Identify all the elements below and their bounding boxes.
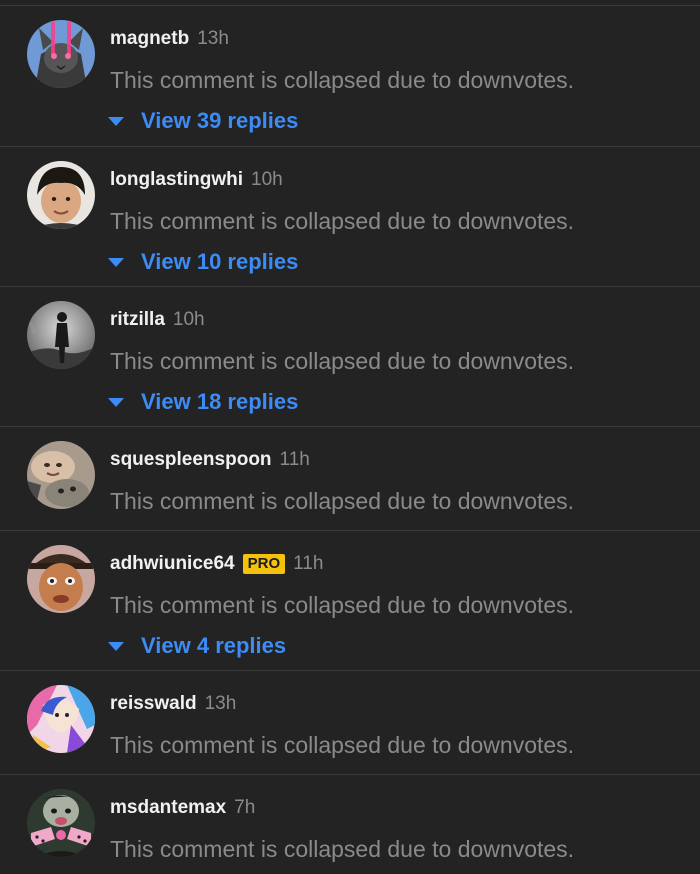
caret-down-icon [108,257,124,267]
comment-item: longlastingwhi 10h This comment is colla… [0,147,700,287]
comment-meta: msdantemax 7h [110,795,255,821]
username[interactable]: squespleenspoon [110,449,272,471]
timestamp: 13h [197,28,229,49]
username[interactable]: magnetb [110,28,189,50]
comment-meta: adhwiunice64 PRO 11h [110,551,323,577]
collapsed-comment-text[interactable]: This comment is collapsed due to downvot… [110,732,574,759]
username[interactable]: reisswald [110,693,197,715]
comment-meta: longlastingwhi 10h [110,167,283,193]
view-replies-label: View 18 replies [141,389,299,414]
view-replies-label: View 10 replies [141,249,299,274]
comment-item: ritzilla 10h This comment is collapsed d… [0,287,700,427]
comment-item: reisswald 13h This comment is collapsed … [0,671,700,775]
clown-avatar-icon[interactable] [27,789,95,857]
cat-avatar-icon[interactable] [27,20,95,88]
comment-item: adhwiunice64 PRO 11h This comment is col… [0,531,700,671]
dog-avatar-icon[interactable] [27,441,95,509]
silhouette-avatar-icon[interactable] [27,301,95,369]
view-replies-button[interactable]: View 39 replies [107,104,298,138]
timestamp: 10h [251,169,283,190]
username[interactable]: ritzilla [110,309,165,331]
collapsed-comment-text[interactable]: This comment is collapsed due to downvot… [110,836,574,863]
timestamp: 7h [234,797,256,818]
timestamp: 10h [172,309,205,330]
timestamp: 11h [279,449,310,470]
view-replies-button[interactable]: View 10 replies [107,245,298,279]
username[interactable]: msdantemax [110,797,226,819]
collapsed-comment-text[interactable]: This comment is collapsed due to downvot… [110,592,574,619]
caret-down-icon [108,641,124,651]
face-avatar-icon[interactable] [27,545,95,613]
view-replies-label: View 39 replies [141,108,299,133]
timestamp: 13h [204,693,237,714]
collapsed-comment-text[interactable]: This comment is collapsed due to downvot… [110,67,574,94]
boy-avatar-icon[interactable] [27,161,95,229]
username[interactable]: longlastingwhi [110,169,243,191]
comment-meta: magnetb 13h [110,26,229,52]
comment-item: squespleenspoon 11h This comment is coll… [0,427,700,531]
anime-avatar-icon[interactable] [27,685,95,753]
caret-down-icon [108,397,124,407]
comment-meta: squespleenspoon 11h [110,447,310,473]
timestamp: 11h [293,553,324,574]
view-replies-button[interactable]: View 18 replies [107,385,298,419]
comment-meta: reisswald 13h [110,691,236,717]
view-replies-button[interactable]: View 4 replies [107,629,286,663]
collapsed-comment-text[interactable]: This comment is collapsed due to downvot… [110,208,574,235]
collapsed-comment-text[interactable]: This comment is collapsed due to downvot… [110,488,574,515]
pro-badge: PRO [242,554,286,574]
view-replies-label: View 4 replies [141,633,287,658]
username[interactable]: adhwiunice64 [110,553,235,575]
comment-meta: ritzilla 10h [110,307,205,333]
collapsed-comment-text[interactable]: This comment is collapsed due to downvot… [110,348,574,375]
comment-item: magnetb 13h This comment is collapsed du… [0,6,700,147]
comment-item: msdantemax 7h This comment is collapsed … [0,775,700,874]
caret-down-icon [108,116,124,126]
